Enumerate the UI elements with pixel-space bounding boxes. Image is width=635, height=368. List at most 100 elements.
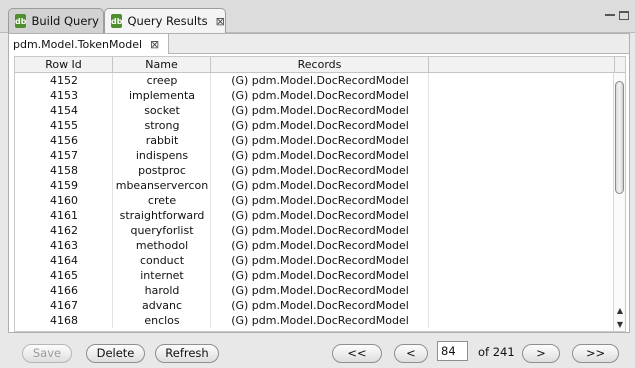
- cell-records: (G) pdm.Model.DocRecordModel: [231, 149, 409, 162]
- column-divider: [428, 253, 429, 268]
- column-header-name[interactable]: Name: [113, 57, 211, 73]
- table-row[interactable]: 4156 rabbit (G) pdm.Model.DocRecordModel: [15, 133, 613, 148]
- database-icon: db: [111, 14, 123, 28]
- table-row[interactable]: 4163 methodol (G) pdm.Model.DocRecordModel: [15, 238, 613, 253]
- refresh-button[interactable]: Refresh: [155, 344, 219, 363]
- results-panel: pdm.Model.TokenModel ⊠ Row Id Name Recor…: [8, 33, 630, 333]
- results-table: Row Id Name Records 4152 creep (G) pdm.Mod…: [14, 56, 626, 332]
- sub-tab-strip: pdm.Model.TokenModel ⊠: [9, 34, 629, 54]
- cell-records: (G) pdm.Model.DocRecordModel: [231, 164, 409, 177]
- table-row[interactable]: 4159 mbeanservercon (G) pdm.Model.DocRecor…: [15, 178, 613, 193]
- column-divider: [428, 208, 429, 223]
- save-button[interactable]: Save: [22, 344, 72, 363]
- tab-label: Build Query: [31, 14, 99, 28]
- column-divider: [428, 148, 429, 163]
- table-row[interactable]: 4162 queryforlist (G) pdm.Model.DocRecordM…: [15, 223, 613, 238]
- cell-row-id: 4168: [50, 314, 78, 327]
- cell-row-id: 4161: [50, 209, 78, 222]
- tab-label: pdm.Model.TokenModel: [13, 37, 143, 51]
- column-divider: [428, 178, 429, 193]
- cell-name: queryforlist: [130, 224, 194, 237]
- cell-name: harold: [144, 284, 180, 297]
- column-divider: [428, 103, 429, 118]
- cell-row-id: 4164: [50, 254, 78, 267]
- cell-records: (G) pdm.Model.DocRecordModel: [231, 104, 409, 117]
- column-divider: [428, 88, 429, 103]
- cell-row-id: 4165: [50, 269, 78, 282]
- cell-name: internet: [140, 269, 184, 282]
- cell-row-id: 4162: [50, 224, 78, 237]
- close-icon[interactable]: ⊠: [150, 38, 159, 51]
- column-header-records[interactable]: Records: [211, 57, 429, 73]
- tab-query-results[interactable]: db Query Results ⊠: [104, 8, 226, 33]
- minimize-icon[interactable]: [605, 14, 615, 16]
- page-number-input[interactable]: 84: [437, 341, 468, 361]
- cell-name: straightforward: [119, 209, 205, 222]
- tab-token-model[interactable]: pdm.Model.TokenModel ⊠: [9, 34, 169, 54]
- column-divider: [428, 268, 429, 283]
- delete-button[interactable]: Delete: [86, 344, 145, 363]
- table-row[interactable]: 4164 conduct (G) pdm.Model.DocRecordModel: [15, 253, 613, 268]
- cell-name: strong: [144, 119, 180, 132]
- table-header: Row Id Name Records: [15, 57, 625, 73]
- column-divider: [428, 73, 429, 88]
- cell-records: (G) pdm.Model.DocRecordModel: [231, 269, 409, 282]
- cell-records: (G) pdm.Model.DocRecordModel: [231, 119, 409, 132]
- cell-records: (G) pdm.Model.DocRecordModel: [231, 254, 409, 267]
- cell-name: implementa: [128, 89, 196, 102]
- cell-records: (G) pdm.Model.DocRecordModel: [231, 314, 409, 327]
- cell-records: (G) pdm.Model.DocRecordModel: [231, 89, 409, 102]
- table-row[interactable]: 4165 internet (G) pdm.Model.DocRecordModel: [15, 268, 613, 283]
- cell-name: indispens: [135, 149, 189, 162]
- cell-row-id: 4155: [50, 119, 78, 132]
- vertical-scrollbar[interactable]: ▲ ▼: [613, 73, 625, 331]
- table-row[interactable]: 4161 straightforward (G) pdm.Model.DocReco…: [15, 208, 613, 223]
- table-row[interactable]: 4153 implementa (G) pdm.Model.DocRecordMod…: [15, 88, 613, 103]
- cell-name: postproc: [138, 164, 186, 177]
- close-icon[interactable]: ⊠: [216, 15, 225, 28]
- cell-name: rabbit: [145, 134, 179, 147]
- column-divider: [428, 193, 429, 208]
- cell-name: socket: [144, 104, 180, 117]
- table-row[interactable]: 4152 creep (G) pdm.Model.DocRecordModel: [15, 73, 613, 88]
- column-header-row-id[interactable]: Row Id: [15, 57, 113, 73]
- table-row[interactable]: 4160 crete (G) pdm.Model.DocRecordModel: [15, 193, 613, 208]
- cell-records: (G) pdm.Model.DocRecordModel: [231, 284, 409, 297]
- scrollbar-thumb[interactable]: [615, 81, 624, 194]
- table-row[interactable]: 4167 advanc (G) pdm.Model.DocRecordModel: [15, 298, 613, 313]
- cell-row-id: 4152: [50, 74, 78, 87]
- scroll-up-icon[interactable]: ▲: [614, 305, 625, 317]
- maximize-icon[interactable]: [619, 11, 629, 20]
- cell-name: mbeanservercon: [115, 179, 209, 192]
- first-page-button[interactable]: <<: [332, 344, 382, 363]
- cell-name: conduct: [139, 254, 185, 267]
- table-row[interactable]: 4166 harold (G) pdm.Model.DocRecordModel: [15, 283, 613, 298]
- cell-records: (G) pdm.Model.DocRecordModel: [231, 209, 409, 222]
- column-divider: [428, 163, 429, 178]
- column-divider: [428, 298, 429, 313]
- table-body: 4152 creep (G) pdm.Model.DocRecordModel 415…: [15, 73, 613, 331]
- column-divider: [428, 283, 429, 298]
- table-row[interactable]: 4155 strong (G) pdm.Model.DocRecordModel: [15, 118, 613, 133]
- column-divider: [428, 118, 429, 133]
- next-page-button[interactable]: >: [522, 344, 560, 363]
- table-row[interactable]: 4157 indispens (G) pdm.Model.DocRecordMode…: [15, 148, 613, 163]
- last-page-button[interactable]: >>: [572, 344, 619, 363]
- column-header-empty: [429, 57, 615, 73]
- table-row[interactable]: 4158 postproc (G) pdm.Model.DocRecordModel: [15, 163, 613, 178]
- cell-row-id: 4153: [50, 89, 78, 102]
- table-row[interactable]: 4168 enclos (G) pdm.Model.DocRecordModel: [15, 313, 613, 328]
- previous-page-button[interactable]: <: [394, 344, 428, 363]
- cell-row-id: 4159: [50, 179, 78, 192]
- scroll-down-icon[interactable]: ▼: [614, 319, 625, 331]
- column-divider: [428, 313, 429, 328]
- cell-records: (G) pdm.Model.DocRecordModel: [231, 194, 409, 207]
- column-divider: [428, 223, 429, 238]
- cell-row-id: 4156: [50, 134, 78, 147]
- cell-row-id: 4166: [50, 284, 78, 297]
- cell-row-id: 4157: [50, 149, 78, 162]
- cell-row-id: 4154: [50, 104, 78, 117]
- table-row[interactable]: 4154 socket (G) pdm.Model.DocRecordModel: [15, 103, 613, 118]
- cell-name: enclos: [144, 314, 180, 327]
- tab-build-query[interactable]: db Build Query: [8, 8, 104, 33]
